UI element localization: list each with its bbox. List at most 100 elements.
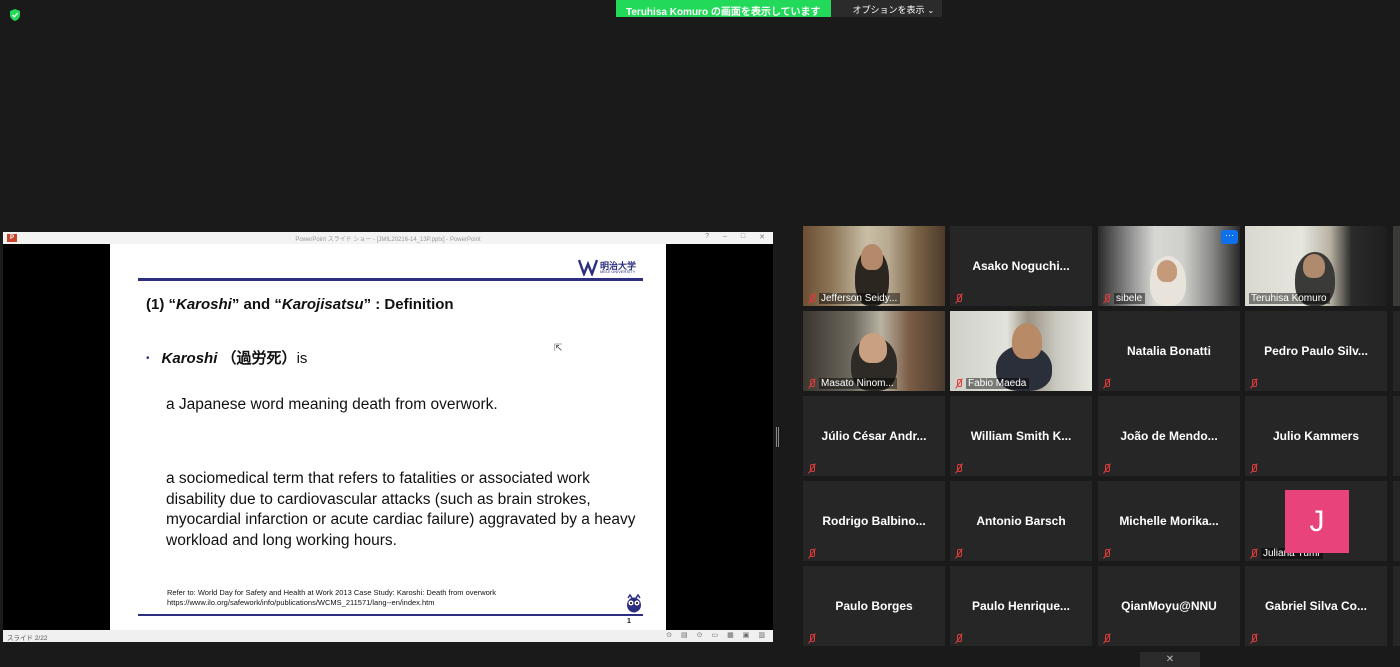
participant-tile[interactable]: Pedro Paulo Silv... [1245,311,1387,391]
status-view-controls: ⊙ ▤ ⊙ ▭ ▦ ▣ ▥ [666,631,765,639]
next-page-tile-edge[interactable] [1393,396,1400,476]
bullet-kanji: （過労死） [221,350,297,367]
participant-name: Antonio Barsch [976,514,1066,528]
definition-line-1: a Japanese word meaning death from overw… [166,396,498,413]
mic-muted-icon [807,464,816,474]
reference-line: Refer to: World Day for Safety and Healt… [167,588,497,597]
participant-tile[interactable]: sibele [1098,226,1240,306]
owl-mascot-icon [627,593,641,613]
meiji-logo-mark [578,259,598,276]
mic-muted-icon [954,464,963,474]
toolbar-toggle-button[interactable]: ✕ [1140,652,1200,667]
heading-mid: ” and “ [231,296,282,313]
participant-name: William Smith K... [970,429,1072,443]
more-options-button[interactable]: ··· [1221,230,1238,244]
participant-tile-active-speaker[interactable]: Teruhisa Komuro [1245,226,1387,306]
next-page-tile-edge[interactable] [1393,311,1400,391]
chevron-down-icon: ⌄ [927,6,935,15]
participant-tile[interactable]: Natalia Bonatti [1098,311,1240,391]
participant-tile[interactable]: João de Mendo... [1098,396,1240,476]
view-splitter-handle[interactable] [776,427,779,447]
participant-name: Natalia Bonatti [1126,344,1211,358]
participant-tile[interactable]: Rodrigo Balbino... [803,481,945,561]
logo-subtext: MEIJI UNIVERSITY [600,269,636,274]
participant-tile[interactable]: Michelle Morika... [1098,481,1240,561]
participant-tile[interactable]: Jefferson Seidy... [803,226,945,306]
participant-tile[interactable]: Julio Kammers [1245,396,1387,476]
mic-muted-icon [1102,634,1111,644]
powerpoint-status-bar: スライド 2/22 ⊙ ▤ ⊙ ▭ ▦ ▣ ▥ [3,630,773,642]
next-page-tile-edge[interactable] [1393,226,1400,306]
mic-muted-icon [807,634,816,644]
mic-muted-icon [1249,464,1258,474]
mic-muted-icon [1249,548,1258,559]
participant-tile[interactable]: William Smith K... [950,396,1092,476]
presentation-slide: 明治大学 MEIJI UNIVERSITY (1) “ Karoshi ” and … [110,244,666,630]
reference-url: https://www.ilo.org/safework/info/public… [167,598,435,607]
powerpoint-title-bar: P PowerPoint スライド ショー - [JMIL20216-14_13… [3,232,773,244]
previous-icon[interactable]: ⊙ [666,631,672,639]
mic-muted-icon [1102,464,1111,474]
slideshow-icon[interactable]: ▥ [758,631,765,639]
bullet-term: Karoshi [161,350,218,367]
normal-view-icon[interactable]: ▭ [712,631,719,639]
notes-icon[interactable]: ▤ [681,631,688,639]
mic-muted-icon [1102,549,1111,559]
participant-tile[interactable]: Gabriel Silva Co... [1245,566,1387,646]
security-shield-icon[interactable] [9,9,21,21]
participant-name: sibele [1114,293,1146,304]
reading-view-icon[interactable]: ▣ [743,631,750,639]
participant-name: Fabio Maeda [966,378,1030,389]
participant-tile[interactable]: Asako Noguchi... [950,226,1092,306]
heading-suffix: ” : Definition [363,296,454,313]
slide-counter: スライド 2/22 [7,635,48,642]
person-face [1303,254,1325,278]
participant-tile[interactable]: Antonio Barsch [950,481,1092,561]
mic-muted-icon [1102,293,1111,304]
participant-tile[interactable]: Fabio Maeda [950,311,1092,391]
participant-name: Paulo Borges [835,599,913,613]
slide-top-rule [138,278,643,281]
mic-muted-icon [807,378,816,389]
participant-name: Teruhisa Komuro [1249,293,1330,304]
participant-name: Rodrigo Balbino... [822,514,926,528]
person-face [859,333,887,363]
participant-tile[interactable]: Paulo Henrique... [950,566,1092,646]
participant-name: Asako Noguchi... [972,259,1070,273]
participant-name: Júlio César Andr... [821,429,927,443]
participant-name: Paulo Henrique... [971,599,1070,613]
mic-muted-icon [954,549,963,559]
participant-name: Masato Ninom... [819,378,897,389]
slide-sorter-icon[interactable]: ▦ [727,631,734,639]
powerpoint-window-title: PowerPoint スライド ショー - [JMIL20216-14_13P.… [295,237,481,243]
participant-name: Julio Kammers [1272,429,1360,443]
heading-prefix: (1) “ [146,296,176,313]
participant-name: Jefferson Seidy... [819,293,901,304]
mic-muted-icon [1249,379,1258,389]
view-options-button[interactable]: オプションを表示 ⌄ [830,0,943,17]
next-icon[interactable]: ⊙ [697,631,703,639]
next-page-tile-edge[interactable] [1393,481,1400,561]
share-status-label: Teruhisa Komuro の画面を表示しています [616,0,831,18]
mic-muted-icon [954,294,963,304]
participant-name: João de Mendo... [1120,429,1218,443]
person-face [861,244,883,270]
close-icon: ✕ [759,234,765,241]
participant-name: Gabriel Silva Co... [1264,599,1368,613]
bullet-is: is [296,350,308,367]
participant-tile[interactable]: Masato Ninom... [803,311,945,391]
slide-bottom-rule [138,614,643,616]
meiji-university-logo: 明治大学 MEIJI UNIVERSITY [578,258,646,276]
participant-avatar: J [1285,490,1349,553]
participant-name: Pedro Paulo Silv... [1264,344,1368,358]
mic-muted-icon [954,634,963,644]
participant-tile[interactable]: Paulo Borges [803,566,945,646]
participant-name: Michelle Morika... [1119,514,1219,528]
shared-screen: P PowerPoint スライド ショー - [JMIL20216-14_13… [3,232,773,642]
participant-name: QianMoyu@NNU [1121,599,1217,613]
next-page-tile-edge[interactable] [1393,566,1400,646]
participant-tile[interactable]: Júlio César Andr... [803,396,945,476]
view-options-label: オプションを表示 [852,5,925,15]
mic-muted-icon [1249,634,1258,644]
participant-tile[interactable]: QianMoyu@NNU [1098,566,1240,646]
